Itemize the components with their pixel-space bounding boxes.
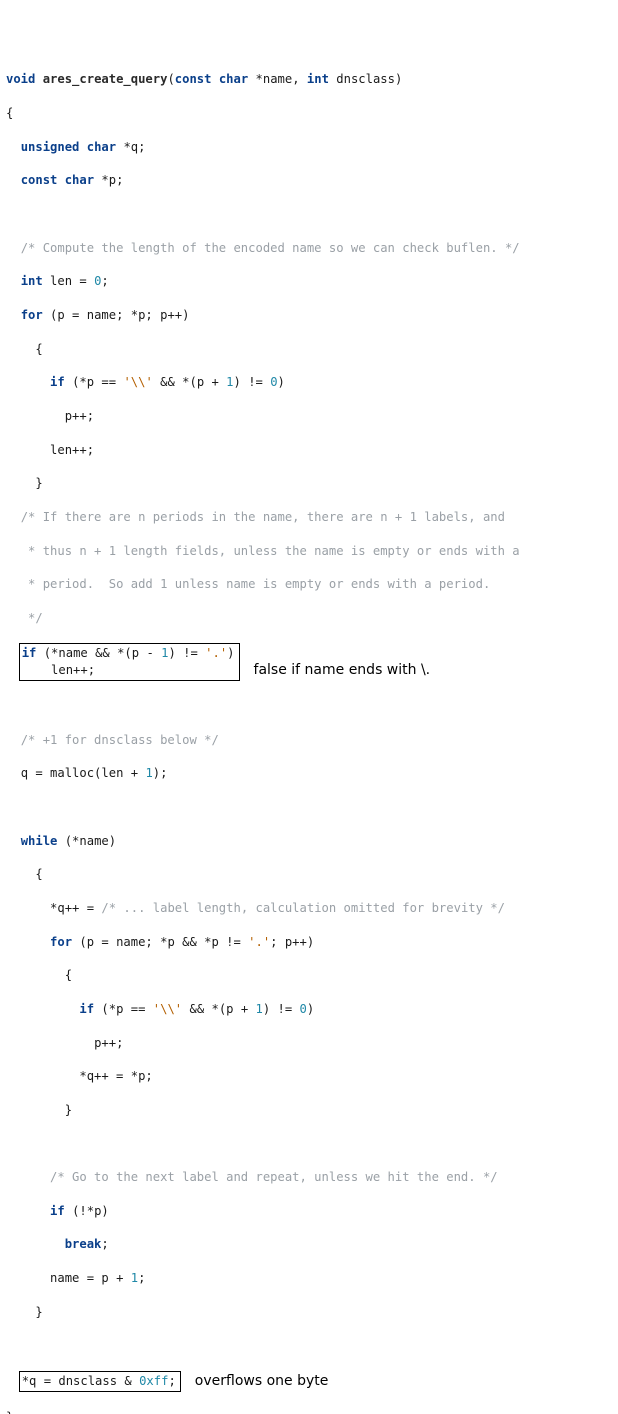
code-line: if (*p == '\\' && *(p + 1) != 0) [6, 1001, 612, 1018]
code-line: { [6, 105, 612, 122]
annotation-2: overflows one byte [195, 1372, 329, 1391]
code-line: } [6, 1304, 612, 1321]
blank-line [6, 1337, 612, 1354]
code-line: { [6, 341, 612, 358]
boxed-line-2: *q = dnsclass & 0xff; overflows one byte [6, 1371, 612, 1392]
highlight-box-2: *q = dnsclass & 0xff; [19, 1371, 181, 1392]
code-line: p++; [6, 1035, 612, 1052]
code-line: unsigned char *q; [6, 139, 612, 156]
code-line: if (!*p) [6, 1203, 612, 1220]
blank-line [6, 698, 612, 715]
comment-line: */ [6, 610, 612, 627]
code-line: *q++ = /* ... label length, calculation … [6, 900, 612, 917]
code-line: len++; [6, 442, 612, 459]
code-line: } [6, 475, 612, 492]
code-line: void ares_create_query(const char *name,… [6, 71, 612, 88]
code-line: { [6, 967, 612, 984]
boxed-line-1: if (*name && *(p - 1) != '.') len++; fals… [6, 643, 612, 681]
code-line: p++; [6, 408, 612, 425]
code-line: const char *p; [6, 172, 612, 189]
code-line: if (*p == '\\' && *(p + 1) != 0) [6, 374, 612, 391]
code-line: for (p = name; *p; p++) [6, 307, 612, 324]
blank-line [6, 799, 612, 816]
comment-line: /* If there are n periods in the name, t… [6, 509, 612, 526]
blank-line [6, 206, 612, 223]
comment-line: /* Compute the length of the encoded nam… [6, 240, 612, 257]
code-line: break; [6, 1236, 612, 1253]
comment-line: /* Go to the next label and repeat, unle… [6, 1169, 612, 1186]
comment-line: * period. So add 1 unless name is empty … [6, 576, 612, 593]
code-line: for (p = name; *p && *p != '.'; p++) [6, 934, 612, 951]
code-line: name = p + 1; [6, 1270, 612, 1287]
code-line: } [6, 1409, 612, 1414]
comment-line: /* +1 for dnsclass below */ [6, 732, 612, 749]
highlight-box-1: if (*name && *(p - 1) != '.') len++; [19, 643, 240, 681]
code-line: } [6, 1102, 612, 1119]
code-line: { [6, 866, 612, 883]
annotation-1: false if name ends with \. [254, 661, 431, 680]
blank-line [6, 1135, 612, 1152]
code-line: *q++ = *p; [6, 1068, 612, 1085]
code-line: q = malloc(len + 1); [6, 765, 612, 782]
comment-line: * thus n + 1 length fields, unless the n… [6, 543, 612, 560]
code-line: int len = 0; [6, 273, 612, 290]
code-line: while (*name) [6, 833, 612, 850]
